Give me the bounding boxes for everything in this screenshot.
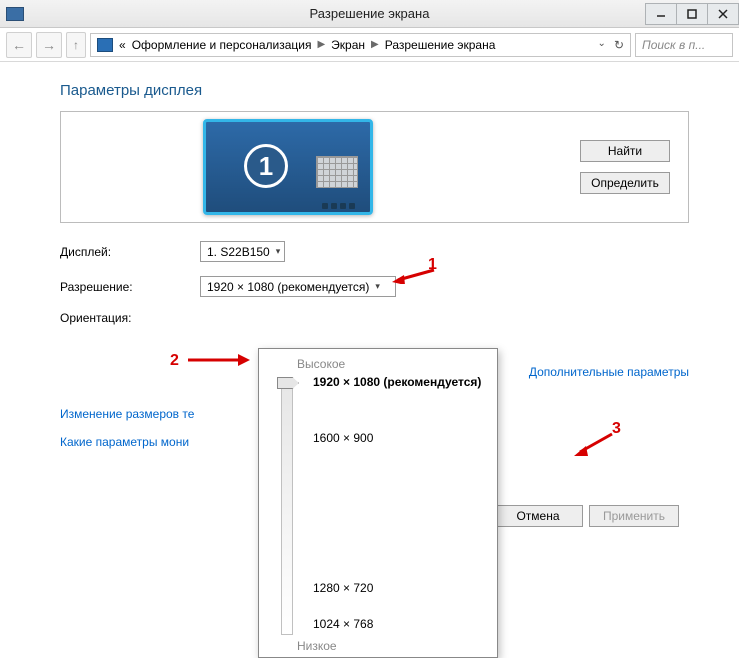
popup-low-label: Низкое <box>297 639 485 653</box>
page-heading: Параметры дисплея <box>60 82 689 99</box>
monitor-taskbar-icon <box>322 203 360 209</box>
find-button[interactable]: Найти <box>580 140 670 162</box>
resolution-dropdown[interactable]: 1920 × 1080 (рекомендуется) ▾ <box>200 276 396 297</box>
search-input[interactable]: Поиск в п... <box>635 33 733 57</box>
popup-high-label: Высокое <box>297 357 485 371</box>
address-row: ← → ↑ « Оформление и персонализация ▶ Эк… <box>0 28 739 62</box>
arrow-left-icon: ← <box>12 37 26 53</box>
refresh-icon[interactable]: ↻ <box>614 38 624 52</box>
breadcrumb-bar[interactable]: « Оформление и персонализация ▶ Экран ▶ … <box>90 33 631 57</box>
monitor-grid-icon <box>316 156 358 188</box>
display-value: 1. S22B150 <box>207 245 270 259</box>
advanced-link[interactable]: Дополнительные параметры <box>529 365 689 379</box>
chevron-down-icon: ▾ <box>375 281 380 292</box>
chevron-down-icon: ▾ <box>276 246 281 257</box>
window-controls <box>646 3 739 25</box>
resolution-option[interactable]: 1024 × 768 <box>313 617 373 631</box>
minimize-button[interactable] <box>645 3 677 25</box>
breadcrumb-item[interactable]: Оформление и персонализация <box>132 38 312 52</box>
maximize-button[interactable] <box>676 3 708 25</box>
resolution-option[interactable]: 1920 × 1080 (рекомендуется) <box>313 375 481 389</box>
monitor-thumbnail[interactable]: 1 <box>203 119 373 215</box>
cancel-button[interactable]: Отмена <box>493 505 583 527</box>
forward-button[interactable]: → <box>36 32 62 58</box>
resolution-slider[interactable] <box>281 377 293 635</box>
resolution-option[interactable]: 1600 × 900 <box>313 431 373 445</box>
resize-text-link[interactable]: Изменение размеров те <box>60 407 194 421</box>
orientation-label: Ориентация: <box>60 311 200 325</box>
window-icon <box>6 7 24 21</box>
chevron-down-icon[interactable]: ⌄ <box>598 38 606 52</box>
close-button[interactable] <box>707 3 739 25</box>
monitor-number: 1 <box>244 144 288 188</box>
breadcrumb-item[interactable]: Экран <box>331 38 365 52</box>
arrow-right-icon: → <box>42 37 56 53</box>
resolution-popup: Высокое 1920 × 1080 (рекомендуется) 1600… <box>258 348 498 658</box>
slider-thumb[interactable] <box>277 377 299 389</box>
display-label: Дисплей: <box>60 245 200 259</box>
display-icon <box>97 38 113 52</box>
display-dropdown[interactable]: 1. S22B150 ▾ <box>200 241 285 262</box>
search-placeholder: Поиск в п... <box>642 38 705 52</box>
arrow-up-icon: ↑ <box>73 38 79 52</box>
annotation-2: 2 <box>170 352 179 370</box>
resolution-option[interactable]: 1280 × 720 <box>313 581 373 595</box>
window-title: Разрешение экрана <box>310 6 430 21</box>
annotation-3: 3 <box>612 420 621 438</box>
detect-button[interactable]: Определить <box>580 172 670 194</box>
chevron-right-icon: ▶ <box>317 39 325 50</box>
breadcrumb-prefix: « <box>119 38 126 52</box>
breadcrumb-item[interactable]: Разрешение экрана <box>385 38 496 52</box>
up-button[interactable]: ↑ <box>66 32 86 58</box>
chevron-right-icon: ▶ <box>371 39 379 50</box>
display-preview: 1 Найти Определить <box>60 111 689 223</box>
annotation-arrow-icon <box>184 350 250 370</box>
resolution-label: Разрешение: <box>60 280 200 294</box>
titlebar: Разрешение экрана <box>0 0 739 28</box>
apply-button[interactable]: Применить <box>589 505 679 527</box>
content-area: Параметры дисплея 1 Найти Определить Дис… <box>0 62 739 547</box>
back-button[interactable]: ← <box>6 32 32 58</box>
annotation-1: 1 <box>428 256 437 274</box>
resolution-value: 1920 × 1080 (рекомендуется) <box>207 280 369 294</box>
which-monitor-link[interactable]: Какие параметры мони <box>60 435 189 449</box>
